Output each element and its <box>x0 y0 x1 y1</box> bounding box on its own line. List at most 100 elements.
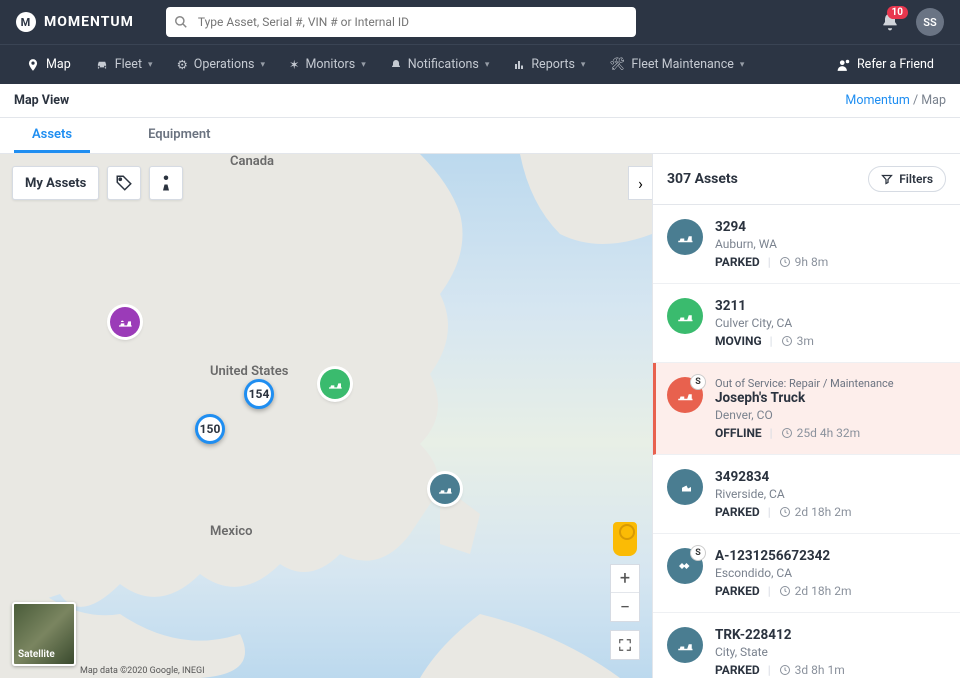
collapse-sidebar-button[interactable]: › <box>628 166 652 200</box>
chevron-down-icon: ▾ <box>740 60 745 70</box>
sub-header: Map View Momentum / Map <box>0 84 960 118</box>
asset-time: 9h 8m <box>779 255 829 269</box>
fullscreen-button[interactable] <box>610 630 640 660</box>
asset-name: TRK-228412 <box>715 627 946 643</box>
asset-type-icon <box>667 298 703 334</box>
chevron-down-icon: ▾ <box>148 60 153 70</box>
asset-row[interactable]: SA-1231256672342Escondido, CAPARKED|2d 1… <box>653 534 960 613</box>
filters-button[interactable]: Filters <box>868 166 946 192</box>
tab-bar: Assets Equipment <box>0 118 960 154</box>
logo-mark-icon: M <box>16 12 36 32</box>
chevron-down-icon: ▾ <box>260 60 265 70</box>
asset-time: 2d 18h 2m <box>779 584 852 598</box>
map-land-shape <box>0 154 652 678</box>
breadcrumb-root[interactable]: Momentum <box>845 93 909 108</box>
zoom-control: + − <box>610 564 640 622</box>
brand-logo[interactable]: M MOMENTUM <box>16 12 134 32</box>
chevron-down-icon: ▾ <box>485 60 490 70</box>
status-dot-icon: S <box>690 545 706 561</box>
asset-type-icon: S <box>667 377 703 413</box>
user-avatar[interactable]: SS <box>916 8 944 36</box>
asset-location: Auburn, WA <box>715 237 946 251</box>
asset-location: Riverside, CA <box>715 487 946 501</box>
asset-time: 25d 4h 32m <box>781 426 861 440</box>
asset-name: Joseph's Truck <box>715 390 946 406</box>
main-nav: Map Fleet ▾ ⚙ Operations ▾ ✶ Monitors▾ Not… <box>0 44 960 84</box>
asset-time: 3d 8h 1m <box>779 663 845 677</box>
satellite-toggle[interactable]: Satellite <box>12 602 76 666</box>
asset-type-icon <box>667 627 703 663</box>
nav-map[interactable]: Map <box>16 51 81 78</box>
asset-time: 2d 18h 2m <box>779 505 852 519</box>
map-canvas[interactable]: Canada United States Mexico My Assets › … <box>0 154 652 678</box>
asset-list[interactable]: 3294Auburn, WAPARKED|9h 8m3211Culver Cit… <box>653 205 960 678</box>
asset-sidebar: 307 Assets Filters 3294Auburn, WAPARKED|… <box>652 154 960 678</box>
nav-notifications[interactable]: Notifications ▾ <box>380 51 500 78</box>
satellite-label: Satellite <box>18 649 55 660</box>
asset-row[interactable]: 3492834Riverside, CAPARKED|2d 18h 2m <box>653 455 960 534</box>
map-cluster-154[interactable]: 154 <box>244 379 274 409</box>
asset-row[interactable]: 3211Culver City, CAMOVING|3m <box>653 284 960 363</box>
nav-maintenance[interactable]: 🛠 Fleet Maintenance▾ <box>599 51 754 78</box>
asset-status: PARKED <box>715 505 760 519</box>
tag-filter-button[interactable] <box>107 166 141 200</box>
page-title: Map View <box>14 93 69 108</box>
search-icon <box>174 15 188 29</box>
filters-label: Filters <box>899 172 933 186</box>
nav-reports[interactable]: Reports▾ <box>503 51 595 78</box>
asset-location: Escondido, CA <box>715 566 946 580</box>
asset-status: OFFLINE <box>715 426 762 440</box>
asset-status: PARKED <box>715 255 760 269</box>
zoom-out-button[interactable]: − <box>611 593 639 621</box>
map-marker-purple[interactable] <box>110 307 140 337</box>
map-marker-teal[interactable] <box>430 474 460 504</box>
asset-status: MOVING <box>715 334 762 348</box>
nav-fleet-label: Fleet <box>115 57 142 72</box>
nav-operations[interactable]: ⚙ Operations ▾ <box>167 51 275 79</box>
nav-maintenance-label: Fleet Maintenance <box>631 57 734 72</box>
my-assets-button[interactable]: My Assets <box>12 166 99 200</box>
nav-operations-label: Operations <box>194 57 255 72</box>
brand-name: MOMENTUM <box>44 14 134 30</box>
asset-type-icon <box>667 469 703 505</box>
nav-notifications-label: Notifications <box>408 57 479 72</box>
asset-status: PARKED <box>715 663 760 677</box>
map-attribution: Map data ©2020 Google, INEGI <box>80 666 205 676</box>
operations-icon: ⚙ <box>177 57 188 73</box>
map-marker-green[interactable] <box>320 369 350 399</box>
search-input[interactable] <box>166 7 636 37</box>
asset-location: Denver, CO <box>715 408 946 422</box>
nav-fleet[interactable]: Fleet ▾ <box>85 51 163 78</box>
asset-row[interactable]: 3294Auburn, WAPARKED|9h 8m <box>653 205 960 284</box>
asset-name: 3211 <box>715 298 946 314</box>
notifications-bell[interactable]: 10 <box>880 12 900 32</box>
zoom-in-button[interactable]: + <box>611 565 639 593</box>
asset-count-title: 307 Assets <box>667 171 738 187</box>
asset-name: 3492834 <box>715 469 946 485</box>
nav-reports-label: Reports <box>531 57 575 72</box>
tab-equipment[interactable]: Equipment <box>130 118 228 153</box>
asset-row[interactable]: TRK-228412City, StatePARKED|3d 8h 1m <box>653 613 960 678</box>
asset-tag: Out of Service: Repair / Maintenance <box>715 377 946 390</box>
worker-filter-button[interactable] <box>149 166 183 200</box>
nav-refer[interactable]: Refer a Friend <box>827 51 944 78</box>
top-bar: M MOMENTUM 10 SS <box>0 0 960 44</box>
nav-map-label: Map <box>46 57 71 72</box>
asset-time: 3m <box>781 334 814 348</box>
map-cluster-150[interactable]: 150 <box>195 414 225 444</box>
nav-monitors[interactable]: ✶ Monitors▾ <box>279 51 376 79</box>
chevron-down-icon: ▾ <box>361 60 366 70</box>
tab-assets[interactable]: Assets <box>14 118 90 153</box>
asset-type-icon: S <box>667 548 703 584</box>
asset-location: Culver City, CA <box>715 316 946 330</box>
street-view-pegman[interactable] <box>613 522 637 556</box>
asset-status: PARKED <box>715 584 760 598</box>
asset-name: 3294 <box>715 219 946 235</box>
map-toolbar: My Assets <box>12 166 183 200</box>
breadcrumb: Momentum / Map <box>845 93 946 108</box>
monitors-icon: ✶ <box>289 57 299 73</box>
asset-row[interactable]: S Out of Service: Repair / MaintenanceJos… <box>653 363 960 455</box>
asset-location: City, State <box>715 645 946 659</box>
nav-refer-label: Refer a Friend <box>857 57 934 72</box>
asset-name: A-1231256672342 <box>715 548 946 564</box>
